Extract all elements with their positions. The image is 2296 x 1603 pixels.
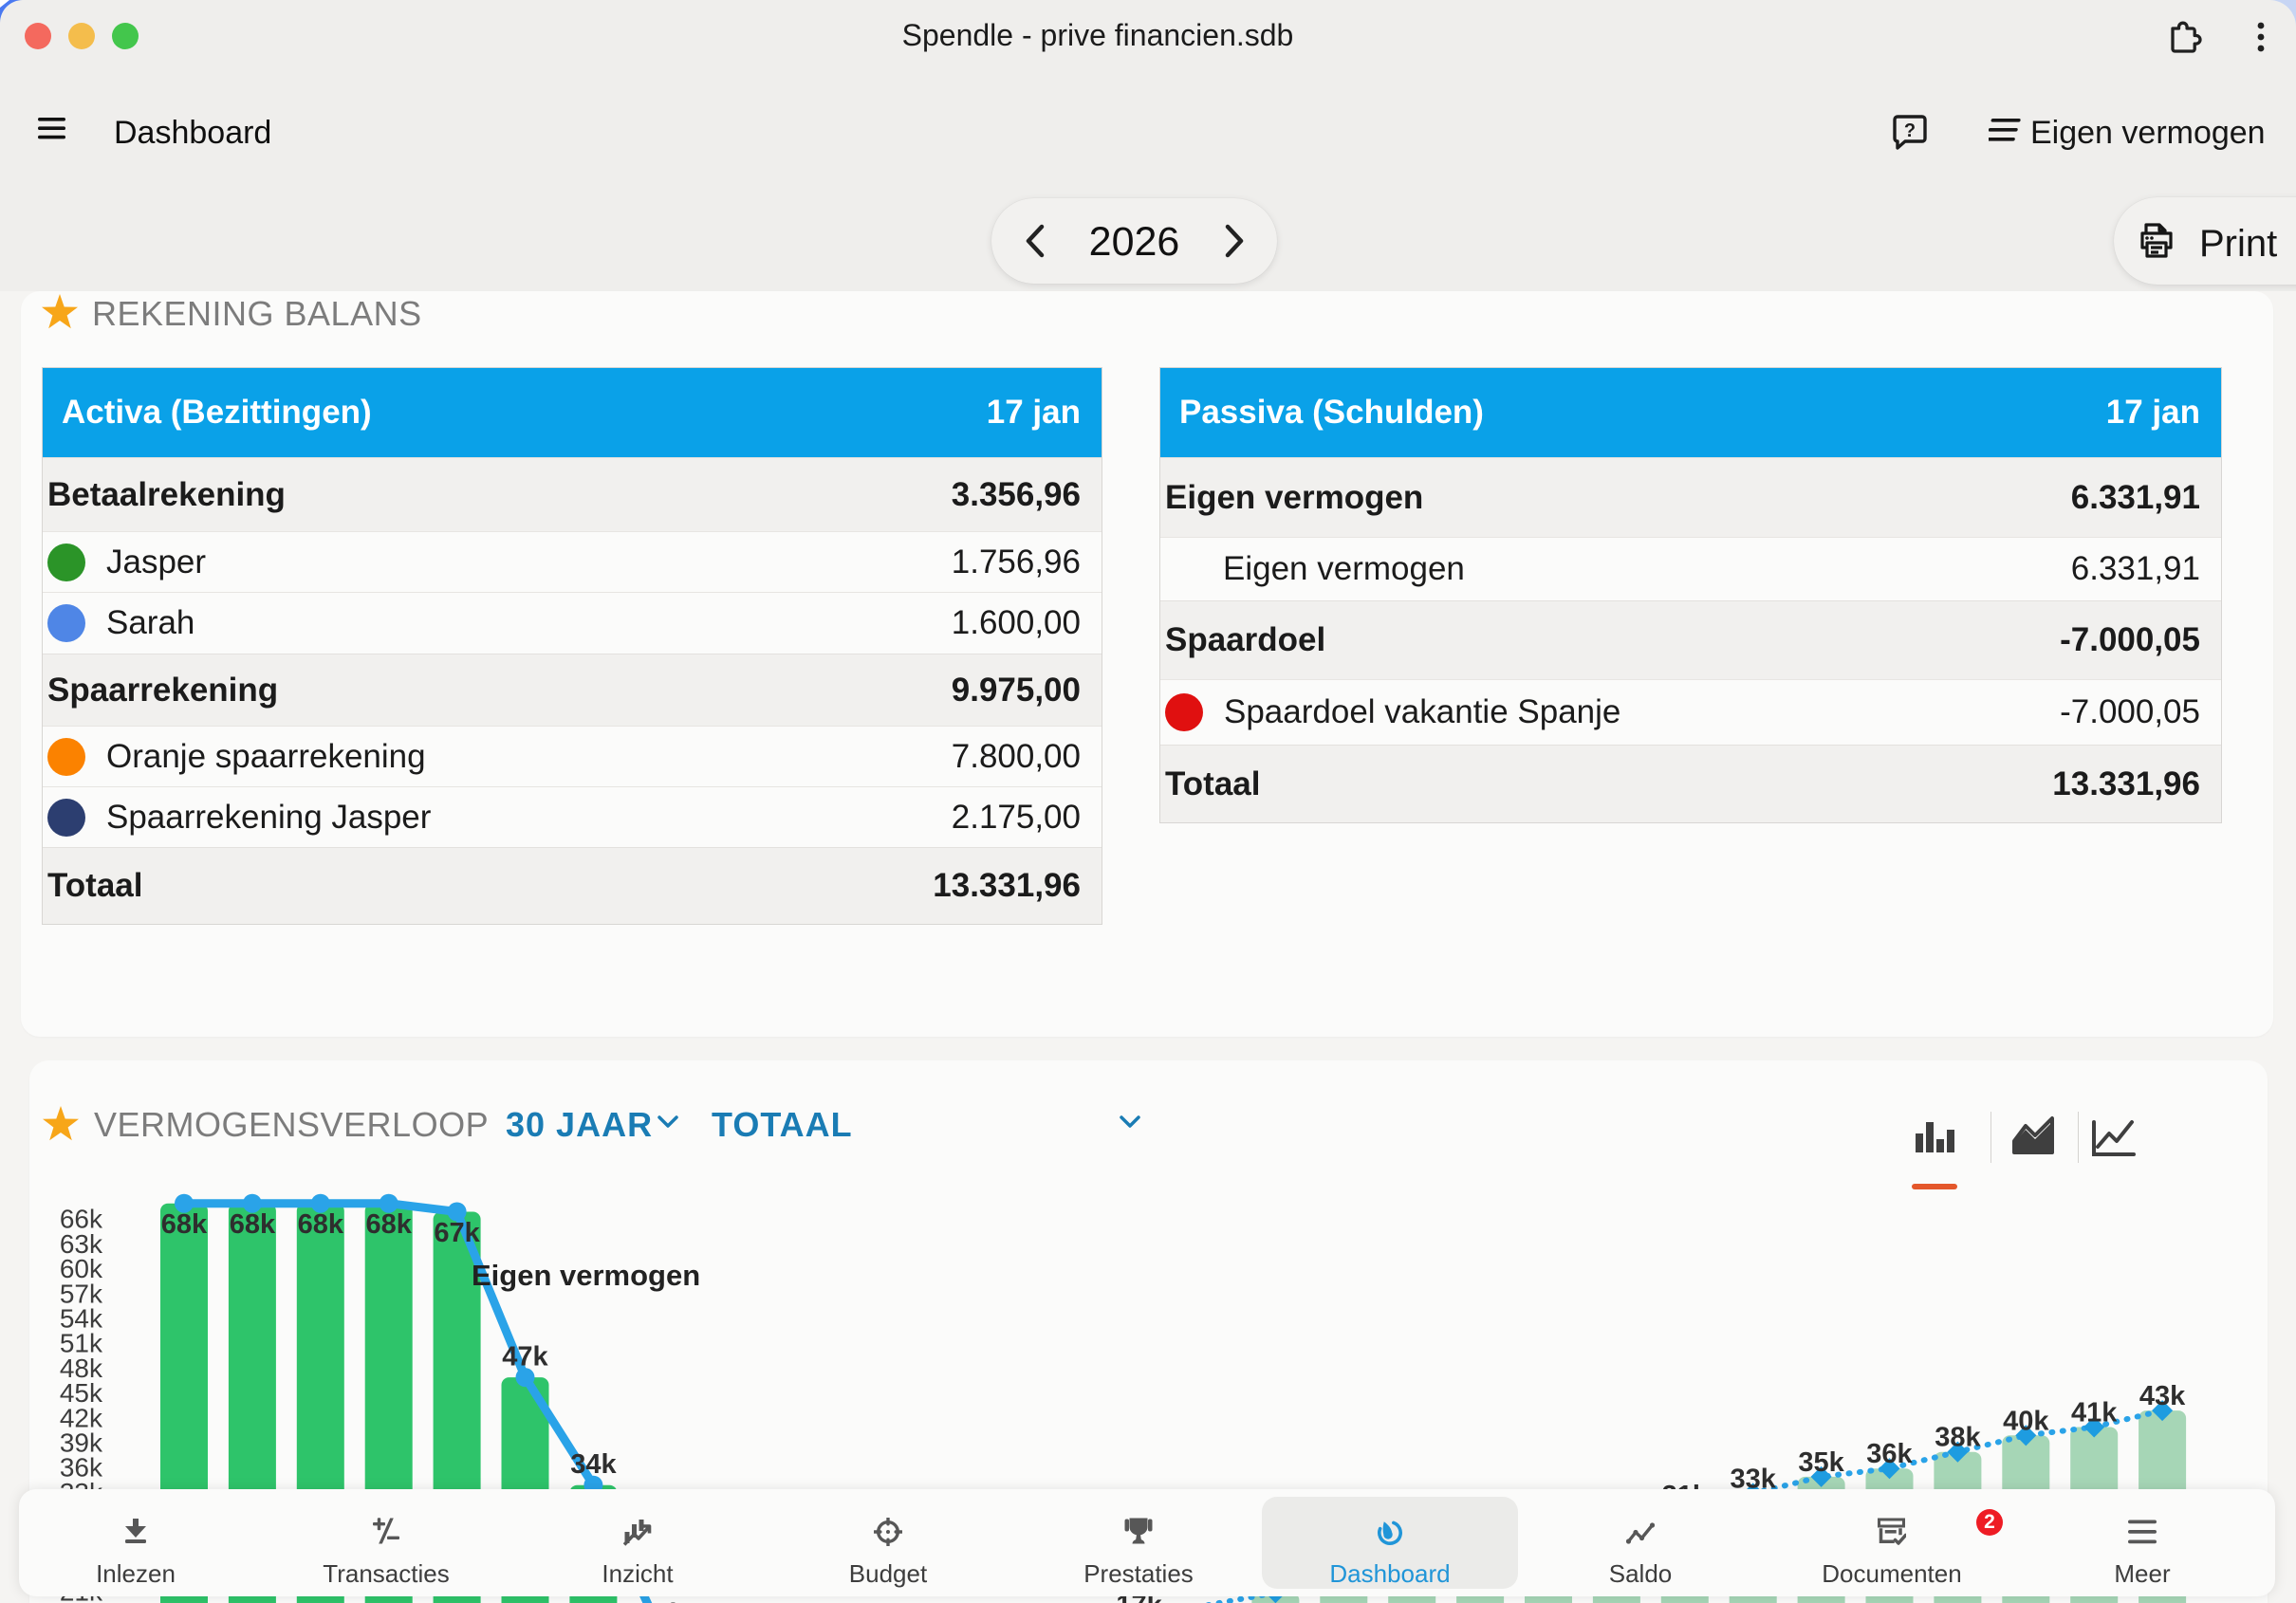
- svg-text:68k: 68k: [161, 1209, 208, 1240]
- svg-text:38k: 38k: [1935, 1423, 1981, 1453]
- svg-text:40k: 40k: [2003, 1406, 2049, 1436]
- svg-text:68k: 68k: [366, 1209, 413, 1240]
- svg-text:41k: 41k: [2071, 1398, 2118, 1428]
- svg-text:Eigen vermogen: Eigen vermogen: [472, 1259, 700, 1292]
- svg-text:36k: 36k: [1866, 1439, 1913, 1469]
- svg-text:47k: 47k: [502, 1342, 548, 1373]
- svg-text:43k: 43k: [2139, 1381, 2186, 1411]
- svg-text:?: ?: [1904, 120, 1916, 141]
- svg-text:68k: 68k: [230, 1209, 276, 1240]
- svg-text:16k: 16k: [639, 1598, 685, 1603]
- svg-text:67k: 67k: [434, 1218, 480, 1248]
- svg-text:34k: 34k: [570, 1449, 617, 1480]
- svg-text:68k: 68k: [298, 1209, 344, 1240]
- svg-text:35k: 35k: [1798, 1447, 1844, 1478]
